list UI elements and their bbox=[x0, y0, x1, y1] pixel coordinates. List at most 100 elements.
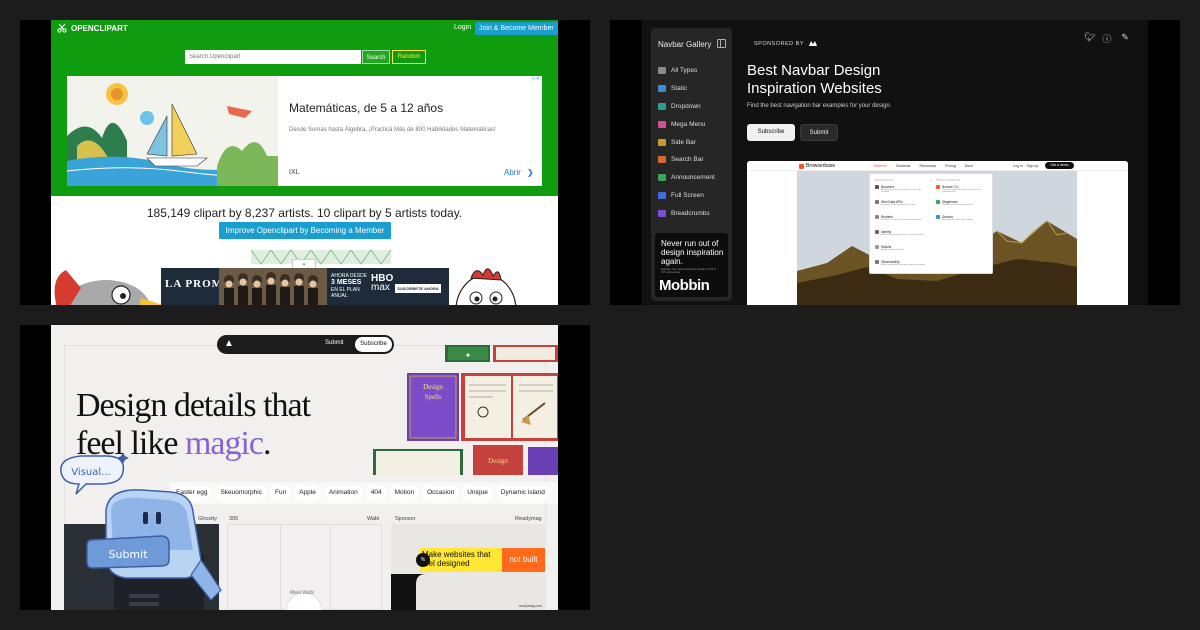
tag-animation[interactable]: Animation bbox=[323, 485, 363, 501]
tag-occasion[interactable]: Occasion bbox=[422, 485, 460, 501]
search-input[interactable] bbox=[185, 50, 361, 64]
sidebar-item-dropdown[interactable]: Dropdown bbox=[658, 98, 728, 116]
category-icon bbox=[658, 120, 666, 128]
preview-menu-item: Identity Authenticated agents that act on… bbox=[875, 230, 925, 236]
help-icon[interactable]: ⓘ bbox=[1102, 32, 1112, 45]
sidebar-item-label: Side Bar bbox=[671, 138, 696, 146]
sidebar-item-static[interactable]: Static bbox=[658, 80, 728, 98]
preview-menu-item: Stagehand The AI web browsing framework bbox=[936, 200, 986, 206]
preview-login: Log in bbox=[1013, 164, 1023, 168]
wizard-hat-icon[interactable]: ▲ bbox=[224, 338, 234, 349]
tag-dynamic-island[interactable]: Dynamic island bbox=[495, 485, 550, 501]
promo-small-text: Explore the most extensive library of UI… bbox=[661, 267, 717, 274]
preview-menu-item: Models Any AI model you want bbox=[875, 245, 925, 251]
sponsor-logo-icon[interactable] bbox=[808, 40, 818, 47]
menu-item-desc: Add browsers for your agents to use, ful… bbox=[881, 189, 922, 193]
preview-menu-item: Browsers Add browsers for your agents to … bbox=[875, 185, 925, 193]
preview-nav-item: Pricing bbox=[945, 164, 956, 168]
sponsor-label: Sponsor bbox=[395, 516, 416, 522]
preview-nav-item: Platform bbox=[874, 164, 888, 168]
improve-button[interactable]: Improve Openclipart by Becoming a Member bbox=[219, 222, 391, 239]
ad-title[interactable]: Matemáticas, de 5 a 12 años bbox=[289, 101, 443, 115]
tag-motion[interactable]: Motion bbox=[389, 485, 420, 501]
subscribe-button[interactable]: Subscribe bbox=[355, 337, 392, 352]
ad-choices-icon[interactable]: ▷✕ bbox=[532, 76, 540, 82]
svg-text:Design: Design bbox=[488, 457, 508, 465]
sidebar-item-label: Static bbox=[671, 85, 688, 93]
ad-brand: IXL bbox=[289, 169, 300, 176]
sticker-submit-text: Submit bbox=[108, 548, 148, 561]
category-icon bbox=[658, 174, 666, 182]
sidebar-item-label: Announcement bbox=[671, 174, 715, 182]
svg-text:♠: ♠ bbox=[466, 352, 470, 359]
preview-nav-item: Solutions bbox=[896, 164, 911, 168]
ad-description: Desde Sumas hasta Álgebra, ¡Practicá Más… bbox=[289, 127, 496, 133]
navbar-gallery-tile[interactable]: Navbar Gallery All Types Static Dropdown Me… bbox=[610, 20, 1180, 305]
chevron-right-icon[interactable]: ❯ bbox=[527, 168, 534, 177]
sidebar-item-announcement[interactable]: Announcement bbox=[658, 169, 728, 187]
floating-navbar: ▲ Submit Subscribe bbox=[217, 335, 394, 354]
preview-logo: Browserbase bbox=[799, 163, 835, 169]
twitter-icon[interactable]: 🐦︎ bbox=[1084, 32, 1095, 45]
openclipart-tile[interactable]: OPENCLIPART Login Join & Become Member S… bbox=[20, 20, 590, 305]
wabi-label: Wabi bbox=[367, 516, 380, 522]
sidebar-toggle-icon[interactable] bbox=[717, 39, 726, 48]
books-illustration: ♠ Design Spells Design bbox=[373, 345, 558, 475]
readymag-cta: not built bbox=[502, 548, 545, 572]
preview-nav-links: Platform Solutions Resources Pricing Docs bbox=[874, 164, 973, 168]
svg-text:Spells: Spells bbox=[424, 393, 441, 401]
sidebar-item-search-bar[interactable]: Search Bar bbox=[658, 151, 728, 169]
openclipart-logo[interactable]: OPENCLIPART bbox=[57, 23, 128, 33]
submit-button[interactable]: Submit bbox=[800, 124, 838, 141]
mobbin-promo[interactable]: Never run out of design inspiration agai… bbox=[655, 233, 728, 297]
sidebar-item-full-screen[interactable]: Full Screen bbox=[658, 187, 728, 205]
preview-auth: Log in Sign up bbox=[1013, 164, 1038, 168]
clipart-stats: 185,149 clipart by 8,237 artists. 10 cli… bbox=[146, 206, 463, 220]
advertisement[interactable]: ▷✕ Matemáticas, de 5 a 12 años Desde Sum… bbox=[67, 76, 542, 186]
category-icon bbox=[658, 209, 666, 217]
sidebar-item-side-bar[interactable]: Side Bar bbox=[658, 133, 728, 151]
menu-item-desc: Search and fetch pages on the web bbox=[881, 204, 916, 206]
banner-cast-photo bbox=[219, 268, 327, 305]
promo-title: Never run out of design inspiration agai… bbox=[661, 239, 724, 266]
category-icon bbox=[658, 191, 666, 199]
tag-apple[interactable]: Apple bbox=[294, 485, 321, 501]
sidebar-item-all-types[interactable]: All Types bbox=[658, 62, 728, 80]
opensource-heading: OPEN SOURCE bbox=[936, 178, 960, 182]
chevron-down-icon[interactable]: ⌄ bbox=[292, 259, 316, 268]
subscribe-button[interactable]: Subscribe bbox=[747, 124, 795, 141]
mobbin-logo: Mobbin bbox=[659, 277, 710, 294]
tag-fun[interactable]: Fun bbox=[270, 485, 292, 501]
design-details-tile[interactable]: ♠ Design Spells Design ▲ Submit Subscrib… bbox=[20, 325, 590, 610]
sponsored-by-label: SPONSORED BY bbox=[754, 40, 805, 47]
category-icon bbox=[658, 67, 666, 75]
join-button[interactable]: Join & Become Member bbox=[475, 22, 558, 35]
search-button[interactable]: Search bbox=[362, 50, 390, 64]
preview-signup: Sign up bbox=[1026, 164, 1039, 168]
banner-subscribe-button[interactable]: SUSCRÍBETE AHORA bbox=[395, 284, 441, 293]
navbar-preview-card[interactable]: Browserbase Platform Solutions Resources Pr… bbox=[747, 161, 1128, 305]
sidebar-item-mega-menu[interactable]: Mega Menu bbox=[658, 115, 728, 133]
sidebar: Navbar Gallery All Types Static Dropdown Me… bbox=[651, 28, 732, 301]
menu-item-desc: Automate the web, with prompts bbox=[942, 219, 974, 221]
sidebar-item-label: Search Bar bbox=[671, 156, 704, 164]
preview-logo-text: Browserbase bbox=[806, 163, 836, 169]
offer-big: 3 MESES bbox=[331, 279, 362, 286]
ad-illustration bbox=[67, 76, 278, 186]
preview-mega-menu: PRODUCTS OPEN SOURCE Browsers Add browser… bbox=[869, 173, 993, 274]
feedback-icon[interactable]: ✎ bbox=[1120, 32, 1130, 45]
heading-period: . bbox=[263, 425, 271, 462]
readymag-headline: Make websites that feel designed bbox=[420, 548, 502, 572]
sidebar-item-breadcrumbs[interactable]: Breadcrumbs bbox=[658, 204, 728, 222]
submit-link[interactable]: Submit bbox=[325, 340, 344, 346]
navbar-gallery-screenshot: Navbar Gallery All Types Static Dropdown Me… bbox=[642, 20, 1148, 305]
ad-open-link[interactable]: Abrir bbox=[504, 168, 521, 177]
hbo-banner-ad[interactable]: LA PROMESA AHORA DESDE 3 MESES EN EL PLA… bbox=[161, 268, 449, 305]
tag-unique[interactable]: Unique bbox=[462, 485, 493, 501]
random-button[interactable]: Random bbox=[392, 50, 426, 64]
sidebar-item-label: All Types bbox=[671, 67, 698, 75]
tag-404[interactable]: 404 bbox=[365, 485, 387, 501]
login-link[interactable]: Login bbox=[454, 24, 471, 31]
heading-line1: Design details that bbox=[76, 387, 311, 424]
wabi-card[interactable]: Meet Wabi bbox=[227, 524, 382, 610]
